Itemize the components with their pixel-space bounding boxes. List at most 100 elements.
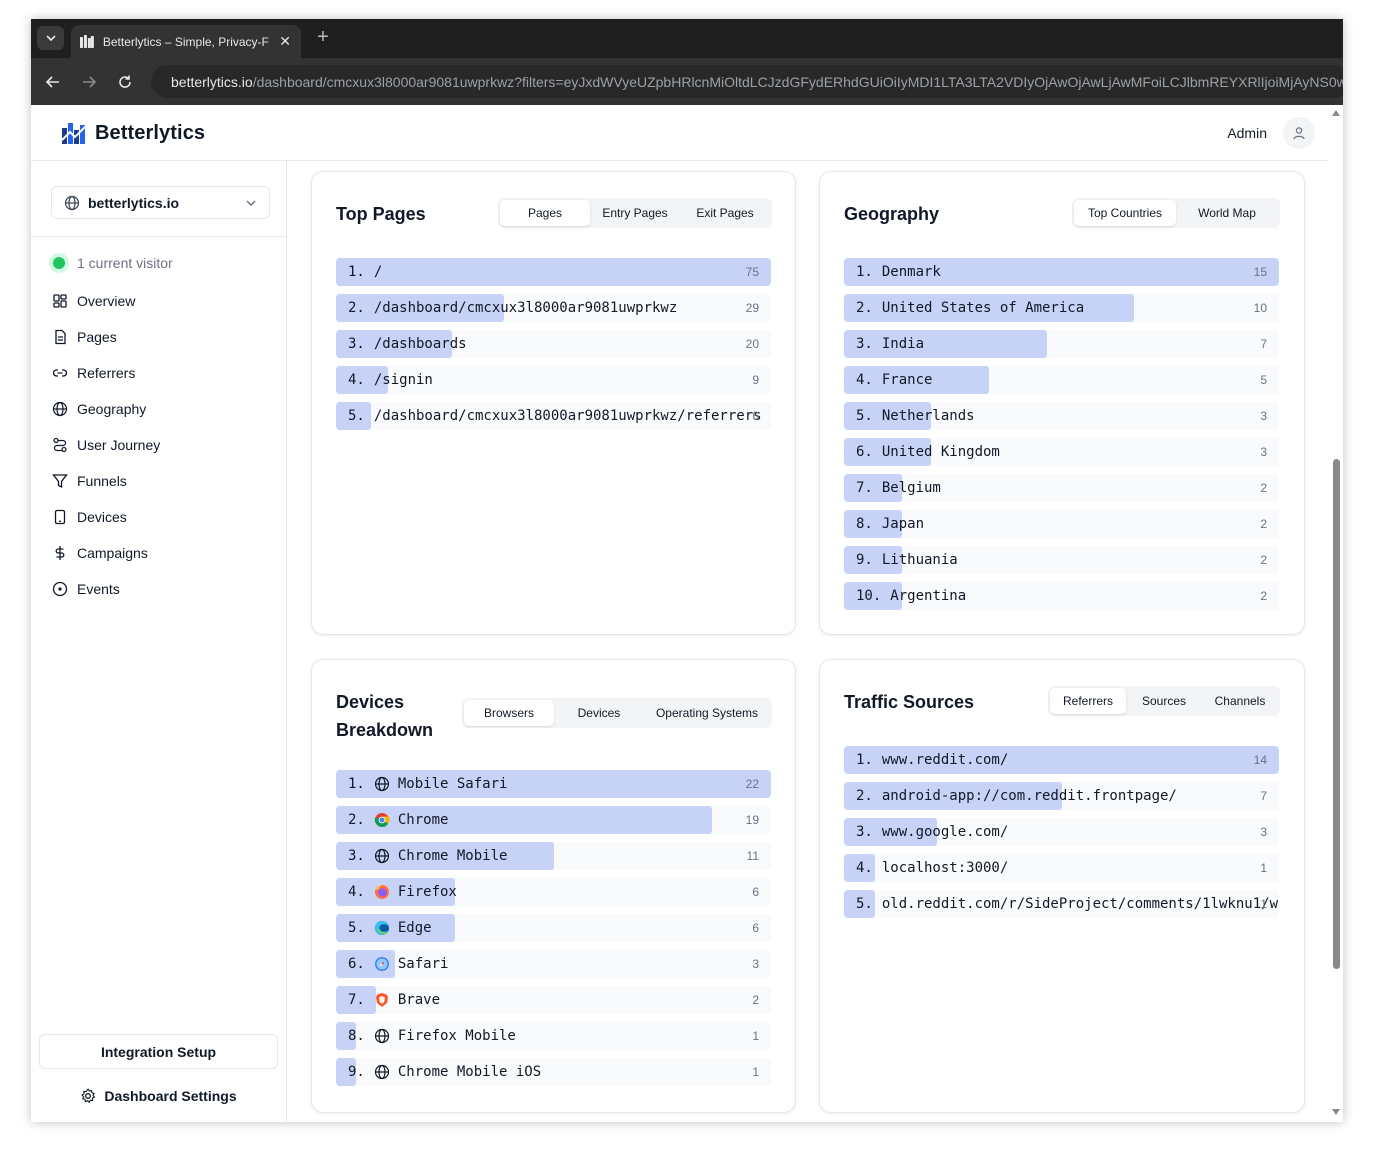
item-label: 8. Japan bbox=[856, 516, 924, 532]
user-menu[interactable]: Admin bbox=[1227, 117, 1315, 149]
list-item[interactable]: 8. Firefox Mobile 1 bbox=[336, 1022, 771, 1050]
list-item[interactable]: 6. United Kingdom 3 bbox=[844, 438, 1279, 466]
tab-browsers[interactable]: Browsers bbox=[464, 700, 554, 726]
list-item[interactable]: 7. Belgium 2 bbox=[844, 474, 1279, 502]
item-label: 3. Chrome Mobile bbox=[348, 848, 507, 864]
sidebar-item-events[interactable]: Events bbox=[51, 571, 160, 607]
sidebar-item-referrers[interactable]: Referrers bbox=[51, 355, 160, 391]
item-label: 7. Brave bbox=[348, 992, 440, 1008]
item-text: India bbox=[881, 336, 925, 352]
list-item[interactable]: 1. www.reddit.com/14 bbox=[844, 746, 1279, 774]
url-field[interactable]: betterlytics.io/dashboard/cmcxux3l8000ar… bbox=[151, 65, 1343, 98]
sidebar-divider bbox=[31, 236, 286, 237]
item-rank: 4. bbox=[348, 884, 365, 900]
dashboard-main: Top Pages Pages Entry Pages Exit Pages 1. /… bbox=[287, 161, 1329, 1122]
list-item[interactable]: 5. Netherlands 3 bbox=[844, 402, 1279, 430]
sidebar-item-label: Pages bbox=[77, 329, 117, 345]
tab-world-map[interactable]: World Map bbox=[1176, 200, 1278, 226]
item-rank: 6. bbox=[856, 444, 873, 460]
globe-icon bbox=[374, 1064, 390, 1080]
tab-operating-systems[interactable]: Operating Systems bbox=[644, 700, 770, 726]
browser-tab[interactable]: Betterlytics – Simple, Privacy-Fri ✕ bbox=[71, 25, 301, 58]
list-item[interactable]: 8. Japan 2 bbox=[844, 510, 1279, 538]
grid-icon bbox=[51, 292, 69, 310]
sidebar-item-user-journey[interactable]: User Journey bbox=[51, 427, 160, 463]
tab-devices[interactable]: Devices bbox=[554, 700, 644, 726]
scroll-up-icon[interactable] bbox=[1332, 110, 1340, 116]
integration-setup-button[interactable]: Integration Setup bbox=[39, 1034, 278, 1069]
list-item[interactable]: 3. /dashboards 20 bbox=[336, 330, 771, 358]
forward-arrow-icon[interactable] bbox=[77, 70, 101, 94]
list-item[interactable]: 3. Chrome Mobile 11 bbox=[336, 842, 771, 870]
scroll-down-icon[interactable] bbox=[1332, 1109, 1340, 1115]
item-count: 3 bbox=[1260, 445, 1267, 459]
sidebar-item-funnels[interactable]: Funnels bbox=[51, 463, 160, 499]
item-rank: 2. bbox=[856, 788, 873, 804]
list-item[interactable]: 4. /signin 9 bbox=[336, 366, 771, 394]
list-item[interactable]: 2. United States of America 10 bbox=[844, 294, 1279, 322]
avatar[interactable] bbox=[1283, 117, 1315, 149]
list-item[interactable]: 4. localhost:3000/1 bbox=[844, 854, 1279, 882]
user-icon bbox=[1293, 127, 1305, 140]
list-item[interactable]: 3. India 7 bbox=[844, 330, 1279, 358]
back-arrow-icon[interactable] bbox=[41, 70, 65, 94]
traffic-sources-card: Traffic Sources Referrers Sources Channels… bbox=[819, 659, 1305, 1113]
item-text: Mobile Safari bbox=[397, 776, 508, 792]
site-selector[interactable]: betterlytics.io bbox=[51, 186, 270, 219]
safari-icon bbox=[374, 956, 390, 972]
list-item[interactable]: 1. Mobile Safari 22 bbox=[336, 770, 771, 798]
tab-pages[interactable]: Pages bbox=[500, 200, 590, 226]
item-text: old.reddit.com/r/SideProject/comments/1l… bbox=[881, 896, 1279, 912]
sidebar-item-devices[interactable]: Devices bbox=[51, 499, 160, 535]
list-item[interactable]: 4. France 5 bbox=[844, 366, 1279, 394]
scroll-thumb[interactable] bbox=[1333, 459, 1340, 969]
tab-top-countries[interactable]: Top Countries bbox=[1074, 200, 1176, 226]
traffic-sources-tabs: Referrers Sources Channels bbox=[1048, 686, 1280, 716]
geography-list: 1. Denmark 15 2. United States of America 10 3… bbox=[844, 258, 1279, 618]
user-name: Admin bbox=[1227, 125, 1267, 141]
tab-entry-pages[interactable]: Entry Pages bbox=[590, 200, 680, 226]
tab-title: Betterlytics – Simple, Privacy-Fri bbox=[102, 34, 270, 49]
sidebar-item-label: Geography bbox=[77, 401, 147, 417]
list-item[interactable]: 6. Safari 3 bbox=[336, 950, 771, 978]
list-item[interactable]: 2. android-app://com.reddit.frontpage/7 bbox=[844, 782, 1279, 810]
dashboard-settings-button[interactable]: Dashboard Settings bbox=[39, 1079, 278, 1113]
list-item[interactable]: 2. Chrome 19 bbox=[336, 806, 771, 834]
tab-search-button[interactable] bbox=[37, 26, 64, 50]
sidebar-item-campaigns[interactable]: Campaigns bbox=[51, 535, 160, 571]
sidebar-item-overview[interactable]: Overview bbox=[51, 283, 160, 319]
list-item[interactable]: 2. /dashboard/cmcxux3l8000ar9081uwprkwz 29 bbox=[336, 294, 771, 322]
close-tab-icon[interactable]: ✕ bbox=[277, 33, 293, 50]
reload-icon[interactable] bbox=[113, 70, 137, 94]
list-item[interactable]: 10. Argentina 2 bbox=[844, 582, 1279, 610]
list-item[interactable]: 9. Lithuania 2 bbox=[844, 546, 1279, 574]
tab-exit-pages[interactable]: Exit Pages bbox=[680, 200, 770, 226]
list-item[interactable]: 1. / 75 bbox=[336, 258, 771, 286]
item-label: 2. /dashboard/cmcxux3l8000ar9081uwprkwz bbox=[348, 300, 677, 316]
sidebar-item-pages[interactable]: Pages bbox=[51, 319, 160, 355]
list-item[interactable]: 3. www.google.com/3 bbox=[844, 818, 1279, 846]
new-tab-icon[interactable]: + bbox=[313, 26, 333, 50]
list-item[interactable]: 5. Edge 6 bbox=[336, 914, 771, 942]
list-item[interactable]: 4. Firefox 6 bbox=[336, 878, 771, 906]
tab-referrers[interactable]: Referrers bbox=[1050, 688, 1126, 714]
devices-tabs: Browsers Devices Operating Systems bbox=[462, 698, 772, 728]
list-item[interactable]: 5. /dashboard/cmcxux3l8000ar9081uwprkwz/r… bbox=[336, 402, 771, 430]
list-item[interactable]: 9. Chrome Mobile iOS 1 bbox=[336, 1058, 771, 1086]
item-rank: 5. bbox=[348, 408, 365, 424]
item-count: 10 bbox=[1253, 301, 1267, 315]
sidebar-item-label: User Journey bbox=[77, 437, 161, 453]
geography-tabs: Top Countries World Map bbox=[1072, 198, 1280, 228]
tab-sources[interactable]: Sources bbox=[1126, 688, 1202, 714]
brand-logo[interactable]: Betterlytics bbox=[61, 120, 205, 146]
item-label: 5. Netherlands bbox=[856, 408, 975, 424]
list-item[interactable]: 5. old.reddit.com/r/SideProject/comments/… bbox=[844, 890, 1279, 918]
list-item[interactable]: 1. Denmark 15 bbox=[844, 258, 1279, 286]
item-label: 8. Firefox Mobile bbox=[348, 1028, 516, 1044]
sidebar-item-geography[interactable]: Geography bbox=[51, 391, 160, 427]
page-scrollbar[interactable] bbox=[1329, 105, 1343, 1122]
item-label: 3. India bbox=[856, 336, 924, 352]
tab-channels[interactable]: Channels bbox=[1202, 688, 1278, 714]
list-item[interactable]: 7. Brave 2 bbox=[336, 986, 771, 1014]
sidebar-item-label: Events bbox=[77, 581, 120, 597]
